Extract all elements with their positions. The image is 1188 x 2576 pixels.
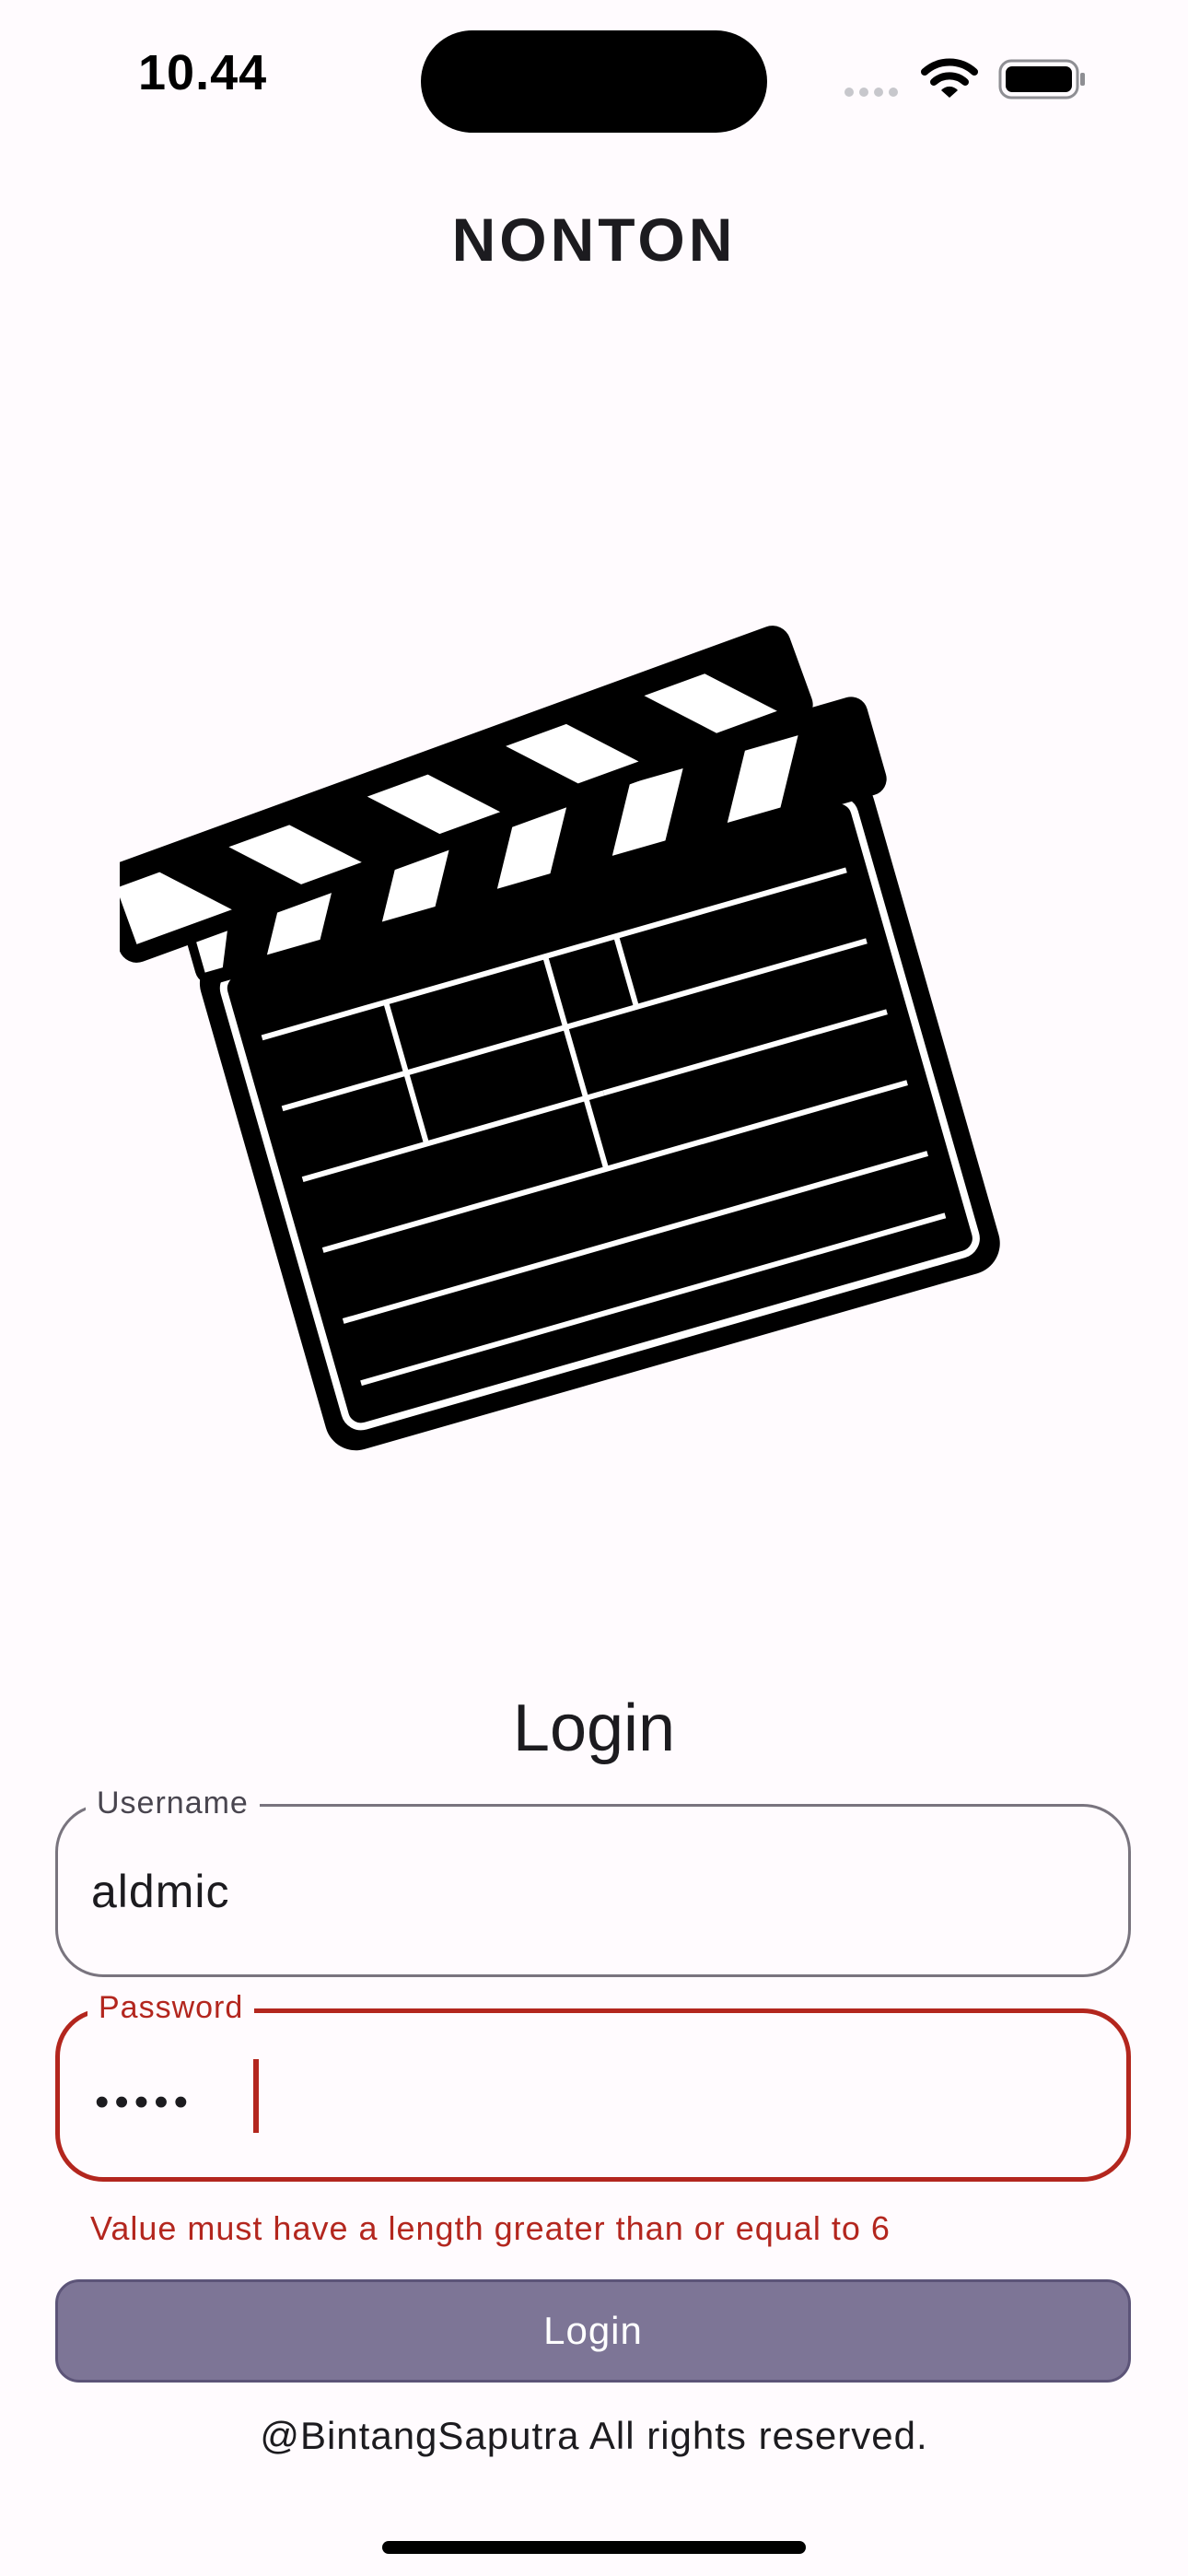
clapperboard-icon: [120, 626, 1000, 1451]
cellular-signal-icon: [844, 88, 898, 97]
home-indicator[interactable]: [382, 2541, 806, 2554]
app-title: NONTON: [451, 205, 737, 274]
password-value: •••••: [95, 2079, 194, 2125]
footer-copyright: @BintangSaputra All rights reserved.: [260, 2414, 928, 2457]
login-heading: Login: [512, 1692, 676, 1765]
password-label: Password: [87, 1987, 255, 2028]
text-caret: [253, 2059, 259, 2133]
password-error-message: Value must have a length greater than or…: [90, 2209, 891, 2247]
battery-icon: [998, 59, 1085, 100]
username-label: Username: [86, 1783, 260, 1823]
login-button[interactable]: Login: [55, 2279, 1131, 2383]
dynamic-island: [421, 30, 767, 133]
password-field[interactable]: Password •••••: [55, 1987, 1131, 2182]
username-value: aldmic: [91, 1866, 230, 1917]
status-time: 10.44: [138, 45, 268, 100]
username-field[interactable]: Username aldmic: [55, 1783, 1131, 1977]
wifi-icon: [921, 58, 978, 98]
